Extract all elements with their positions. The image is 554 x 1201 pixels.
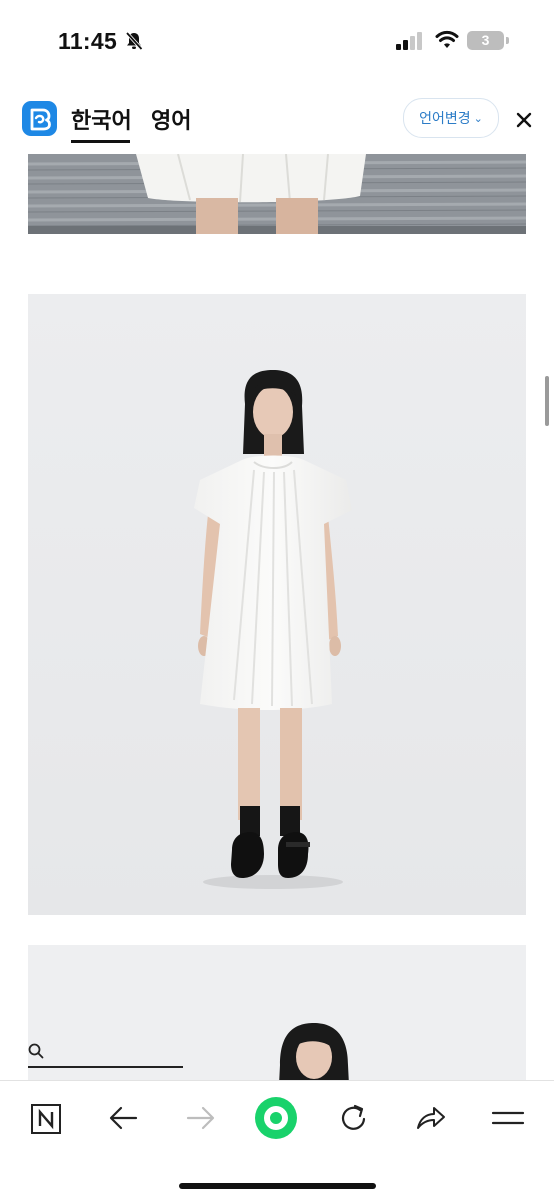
product-photo-top	[28, 154, 526, 234]
change-language-label: 언어변경	[419, 110, 471, 126]
wifi-icon	[435, 30, 459, 48]
close-icon[interactable]	[512, 108, 536, 132]
search-icon[interactable]	[28, 1043, 44, 1059]
battery-indicator: 3	[467, 31, 504, 50]
n-home-icon[interactable]	[26, 1098, 66, 1138]
back-arrow-icon[interactable]	[104, 1098, 144, 1138]
clock-time: 11:45	[58, 28, 118, 54]
product-photo-main	[28, 294, 526, 915]
status-bar: 11:45 3	[0, 0, 554, 84]
search-input-underline[interactable]	[28, 1066, 183, 1068]
cellular-signal-icon	[396, 32, 422, 50]
forward-arrow-icon[interactable]	[180, 1098, 220, 1138]
reload-icon[interactable]	[334, 1098, 374, 1138]
change-language-button[interactable]: 언어변경 ⌄	[403, 98, 499, 138]
tab-english[interactable]: 영어	[151, 103, 191, 135]
tab-korean[interactable]: 한국어	[71, 103, 132, 135]
bell-muted-icon	[125, 31, 143, 51]
chevron-down-icon: ⌄	[473, 113, 483, 125]
share-icon[interactable]	[410, 1098, 450, 1138]
browser-toolbar	[0, 1080, 554, 1201]
battery-level: 3	[481, 32, 490, 48]
product-photo-bottom	[28, 945, 526, 1080]
active-tab-indicator	[71, 140, 130, 143]
green-circle-button[interactable]	[254, 1096, 298, 1140]
page-content[interactable]	[0, 154, 554, 1080]
menu-icon[interactable]	[488, 1098, 528, 1138]
scroll-indicator[interactable]	[545, 376, 549, 426]
translation-header: 한국어 영어 언어변경 ⌄	[0, 84, 554, 155]
home-indicator	[179, 1183, 376, 1189]
battery-tip	[506, 37, 509, 44]
translator-logo-icon[interactable]	[22, 101, 57, 136]
